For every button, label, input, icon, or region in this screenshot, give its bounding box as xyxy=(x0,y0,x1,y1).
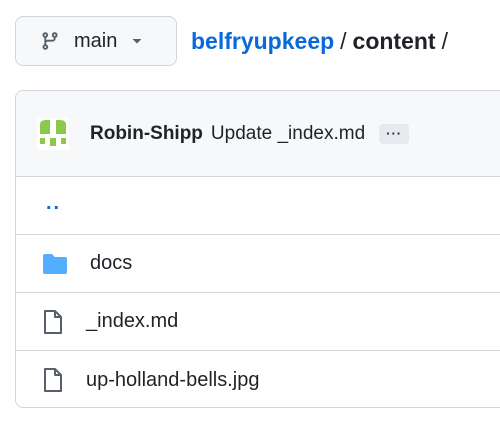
branch-selector-button[interactable]: main xyxy=(15,16,177,66)
breadcrumb-separator: / xyxy=(340,27,347,54)
parent-directory-link[interactable]: .. xyxy=(46,192,61,215)
top-bar: main belfryupkeep / content / xyxy=(15,16,454,66)
file-browser: Robin-Shipp Update _index.md ··· .. docs… xyxy=(15,90,500,408)
latest-commit-row: Robin-Shipp Update _index.md ··· xyxy=(16,91,500,177)
folder-icon xyxy=(43,253,67,274)
list-item[interactable]: _index.md xyxy=(16,293,500,351)
git-branch-icon xyxy=(42,32,58,50)
parent-directory-row[interactable]: .. xyxy=(16,177,500,235)
breadcrumb-current: content xyxy=(352,27,436,54)
breadcrumb: belfryupkeep / content / xyxy=(191,28,454,55)
file-name[interactable]: docs xyxy=(90,252,132,275)
list-item[interactable]: up-holland-bells.jpg xyxy=(16,351,500,407)
file-icon xyxy=(44,368,62,392)
breadcrumb-repo-link[interactable]: belfryupkeep xyxy=(191,28,334,55)
breadcrumb-trailing-separator: / xyxy=(441,27,448,54)
file-name[interactable]: up-holland-bells.jpg xyxy=(86,369,259,392)
expand-commit-button[interactable]: ··· xyxy=(379,123,410,144)
triangle-down-icon xyxy=(132,39,142,44)
file-icon xyxy=(44,309,62,334)
avatar[interactable] xyxy=(37,117,69,150)
branch-name: main xyxy=(74,29,118,52)
list-item[interactable]: docs xyxy=(16,235,500,293)
file-name[interactable]: _index.md xyxy=(86,310,178,333)
commit-author[interactable]: Robin-Shipp xyxy=(90,123,203,145)
commit-message[interactable]: Update _index.md xyxy=(211,123,365,145)
